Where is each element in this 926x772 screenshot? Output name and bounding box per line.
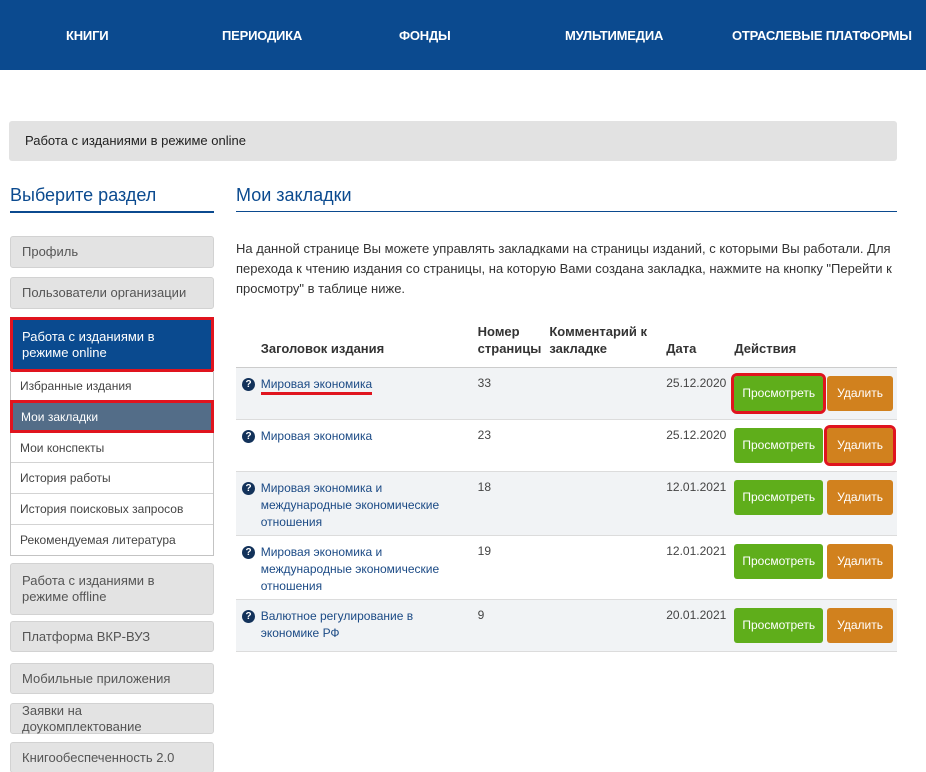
question-circle-icon[interactable]: ? [242, 609, 255, 623]
sidebar-subitem-favorites[interactable]: Избранные издания [11, 372, 213, 401]
delete-button[interactable]: Удалить [827, 543, 893, 579]
sidebar-subitem-recommended[interactable]: Рекомендуемая литература [11, 525, 213, 555]
table-row: ? Мировая экономика 33 25.12.2020 Просмо… [236, 367, 897, 420]
nav-link-funds[interactable]: ФОНДЫ [399, 28, 451, 43]
view-button[interactable]: Просмотреть [731, 372, 827, 414]
question-circle-icon[interactable]: ? [242, 429, 255, 443]
sidebar-item-requests[interactable]: Заявки на доукомплектование [10, 703, 214, 734]
table-row: ? Валютное регулирование в экономике РФ … [236, 599, 897, 652]
bookmark-date: 12.01.2021 [662, 471, 731, 536]
table-header-title: Заголовок издания [256, 309, 474, 368]
sidebar-subitem-search-history[interactable]: История поисковых запросов [11, 494, 213, 525]
sidebar-item-online-publications[interactable]: Работа с изданиями в режиме online [10, 317, 214, 372]
sidebar-item-profile[interactable]: Профиль [10, 236, 214, 268]
page-number: 33 [473, 367, 546, 420]
delete-button[interactable]: Удалить [827, 607, 893, 643]
table-header-comment: Комментарий к закладке [545, 309, 663, 368]
delete-button[interactable]: Удалить [824, 424, 896, 466]
publication-title-link[interactable]: Мировая экономика и международные эконом… [261, 545, 439, 593]
bookmark-comment [545, 419, 663, 472]
table-header-row: Заголовок издания Номер страницы Коммент… [236, 309, 897, 368]
delete-button[interactable]: Удалить [827, 375, 893, 411]
bookmark-date: 20.01.2021 [662, 599, 731, 652]
table-row: ? Мировая экономика и международные экон… [236, 471, 897, 536]
breadcrumb-text: Работа с изданиями в режиме online [25, 133, 246, 148]
page-number: 19 [473, 535, 546, 600]
bookmark-date: 12.01.2021 [662, 535, 731, 600]
top-navigation: КНИГИ ПЕРИОДИКА ФОНДЫ МУЛЬТИМЕДИА ОТРАСЛ… [0, 0, 926, 70]
table-header-actions: Действия [730, 309, 897, 368]
table-header-page: Номер страницы [473, 309, 546, 368]
sidebar-item-mobile-apps[interactable]: Мобильные приложения [10, 663, 214, 694]
page-title-underline [236, 211, 897, 212]
page-number: 9 [473, 599, 546, 652]
publication-title-link[interactable]: Валютное регулирование в экономике РФ [261, 609, 413, 640]
nav-link-multimedia[interactable]: МУЛЬТИМЕДИА [565, 28, 663, 43]
sidebar-item-offline-publications[interactable]: Работа с изданиями в режиме offline [10, 563, 214, 615]
publication-title-link[interactable]: Мировая экономика [261, 429, 372, 443]
sidebar-item-vkr-platform[interactable]: Платформа ВКР-ВУЗ [10, 621, 214, 652]
publication-title-link[interactable]: Мировая экономика и международные эконом… [261, 481, 439, 529]
sidebar-subitem-bookmarks[interactable]: Мои закладки [10, 400, 214, 433]
view-button[interactable]: Просмотреть [734, 543, 824, 579]
sidebar-item-book-provision[interactable]: Книгообеспеченность 2.0 [10, 742, 214, 772]
bookmark-date: 25.12.2020 [662, 367, 731, 420]
publication-title-link[interactable]: Мировая экономика [260, 376, 373, 395]
breadcrumb: Работа с изданиями в режиме online [9, 121, 897, 161]
table-row: ? Мировая экономика и международные экон… [236, 535, 897, 600]
bookmark-comment [545, 599, 663, 652]
bookmark-comment [545, 535, 663, 600]
nav-link-periodicals[interactable]: ПЕРИОДИКА [222, 28, 302, 43]
page-number: 23 [473, 419, 546, 472]
page-title: Мои закладки [236, 185, 352, 205]
table-header-date: Дата [662, 309, 731, 368]
sidebar-heading-underline [10, 211, 214, 213]
intro-text: На данной странице Вы можете управлять з… [236, 241, 892, 296]
sidebar-item-organization-users[interactable]: Пользователи организации [10, 277, 214, 309]
question-circle-icon[interactable]: ? [242, 481, 255, 495]
sidebar-subitem-notes[interactable]: Мои конспекты [11, 433, 213, 463]
view-button[interactable]: Просмотреть [734, 607, 824, 643]
bookmark-comment [545, 367, 663, 420]
view-button[interactable]: Просмотреть [734, 427, 824, 463]
view-button[interactable]: Просмотреть [734, 479, 824, 515]
sidebar-heading: Выберите раздел [10, 185, 157, 205]
table-row: ? Мировая экономика 23 25.12.2020 Просмо… [236, 419, 897, 472]
question-circle-icon[interactable]: ? [242, 377, 255, 391]
question-circle-icon[interactable]: ? [242, 545, 255, 559]
delete-button[interactable]: Удалить [827, 479, 893, 515]
nav-link-industry-platforms[interactable]: ОТРАСЛЕВЫЕ ПЛАТФОРМЫ [732, 28, 912, 43]
page-number: 18 [473, 471, 546, 536]
nav-link-books[interactable]: КНИГИ [66, 28, 109, 43]
sidebar-subitem-history[interactable]: История работы [11, 463, 213, 494]
bookmark-comment [545, 471, 663, 536]
table-header-icon-col [236, 309, 257, 368]
bookmarks-table: Заголовок издания Номер страницы Коммент… [236, 309, 897, 652]
bookmark-date: 25.12.2020 [662, 419, 731, 472]
